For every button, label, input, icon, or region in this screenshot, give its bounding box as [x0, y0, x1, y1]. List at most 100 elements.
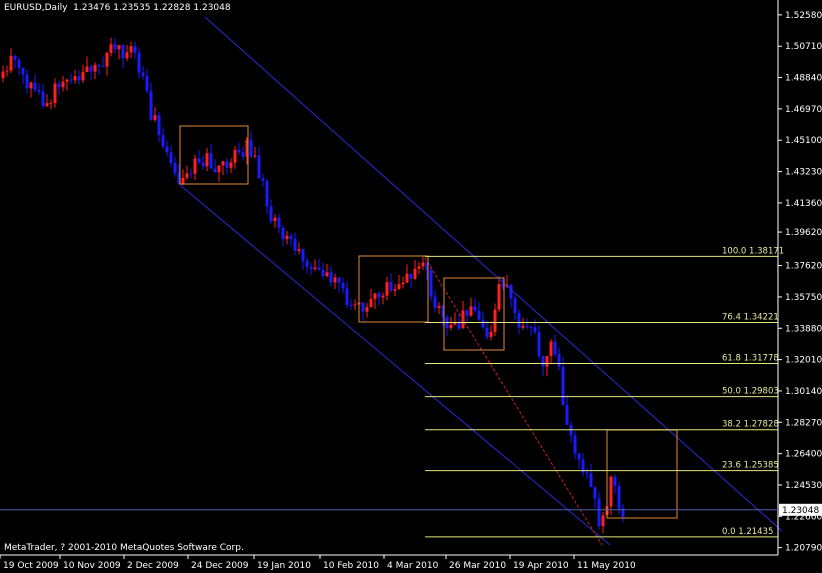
candle-body — [549, 341, 553, 357]
candle-body — [417, 266, 421, 269]
candle-body — [77, 76, 81, 81]
candle-body — [17, 59, 21, 68]
candle-body — [565, 405, 569, 426]
candle-body — [513, 298, 517, 314]
candle-body — [433, 296, 437, 308]
candle-body — [141, 72, 145, 77]
candle-body — [437, 305, 441, 308]
candle-body — [509, 284, 513, 299]
price-tick-label: 1.52580 — [785, 11, 822, 21]
candle-body — [233, 149, 237, 163]
candles — [1, 37, 625, 534]
candle-body — [449, 324, 453, 329]
candle-body — [533, 327, 537, 333]
candle-body — [289, 235, 293, 239]
candle-body — [193, 158, 197, 174]
candle-body — [49, 103, 53, 105]
candle-body — [221, 161, 225, 166]
price-tick-label: 1.45100 — [785, 136, 822, 146]
candle-body — [41, 91, 45, 107]
candle-body — [301, 249, 305, 261]
candle-body — [85, 66, 89, 73]
candle-body — [73, 76, 77, 81]
candle-body — [181, 177, 185, 184]
regression-channel — [179, 16, 783, 546]
candle-body — [321, 269, 325, 276]
price-tick-label: 1.46970 — [785, 105, 822, 115]
candle-body — [201, 162, 205, 167]
price-tick-label: 1.41360 — [785, 199, 822, 209]
candle-body — [153, 115, 157, 120]
candle-body — [161, 135, 165, 147]
candle-body — [237, 149, 241, 153]
candle-body — [25, 74, 29, 89]
time-tick-label: 10 Nov 2009 — [63, 561, 121, 571]
candle-body — [589, 473, 593, 488]
candle-body — [381, 295, 385, 298]
candle-body — [353, 304, 357, 306]
candle-body — [525, 326, 529, 328]
candle-body — [489, 331, 493, 337]
candle-body — [209, 153, 213, 169]
candle-body — [377, 293, 381, 298]
candle-body — [69, 79, 73, 81]
candle-body — [557, 354, 561, 367]
candle-body — [305, 260, 309, 267]
time-tick-label: 11 May 2010 — [577, 561, 636, 571]
candle-body — [113, 44, 117, 50]
candle-body — [173, 162, 177, 174]
price-tick-label: 1.39620 — [785, 228, 822, 238]
channel-upper-line — [204, 16, 783, 532]
price-tick-label: 1.24530 — [785, 481, 822, 491]
candle-body — [273, 217, 277, 222]
price-tick-label: 1.50710 — [785, 42, 822, 52]
candle-body — [117, 45, 121, 50]
candle-body — [257, 155, 261, 179]
candle-body — [545, 356, 549, 367]
candle-body — [105, 52, 109, 67]
candle-body — [597, 498, 601, 527]
price-tick-label: 1.43230 — [785, 168, 822, 178]
candle-body — [349, 304, 353, 306]
candle-body — [429, 270, 433, 297]
candle-body — [241, 152, 245, 157]
candle-body — [317, 267, 321, 270]
time-tick-label: 26 Mar 2010 — [449, 561, 506, 571]
candle-body — [97, 64, 101, 67]
candle-body — [1, 71, 5, 79]
candle-body — [341, 282, 345, 289]
price-tick-label: 1.26400 — [785, 450, 822, 460]
price-tick-label: 1.37620 — [785, 262, 822, 272]
consolidation-boxes — [179, 125, 678, 519]
candle-body — [129, 46, 133, 53]
chart-header: EURUSD,Daily 1.23476 1.23535 1.22828 1.2… — [4, 3, 231, 13]
candle-body — [61, 81, 65, 88]
candle-body — [5, 70, 9, 72]
candle-body — [521, 326, 525, 328]
time-tick-label: 19 Apr 2010 — [513, 561, 569, 571]
candle-body — [309, 266, 313, 269]
candle-body — [497, 284, 501, 310]
candle-body — [149, 91, 153, 120]
candle-body — [409, 273, 413, 279]
candle-body — [517, 313, 521, 328]
candle-body — [585, 472, 589, 474]
candle-body — [577, 453, 581, 460]
candle-body — [421, 262, 425, 267]
candle-body — [313, 267, 317, 269]
candle-body — [261, 178, 265, 181]
fib-level-label: 0.0 1.21435 — [722, 527, 773, 537]
candle-body — [45, 103, 49, 107]
copyright-text: MetaTrader, ? 2001-2010 MetaQuotes Softw… — [4, 543, 244, 553]
candle-body — [573, 435, 577, 454]
candle-body — [345, 288, 349, 305]
candle-body — [133, 46, 137, 53]
candle-body — [561, 366, 565, 406]
candle-body — [185, 173, 189, 178]
candle-body — [325, 272, 329, 276]
candle-body — [89, 66, 93, 72]
price-chart[interactable]: 100.0 1.38171 76.4 1.34221 61.8 1.31778 50.… — [0, 0, 822, 573]
candle-body — [465, 310, 469, 316]
candle-body — [269, 206, 273, 222]
candle-body — [373, 293, 377, 299]
